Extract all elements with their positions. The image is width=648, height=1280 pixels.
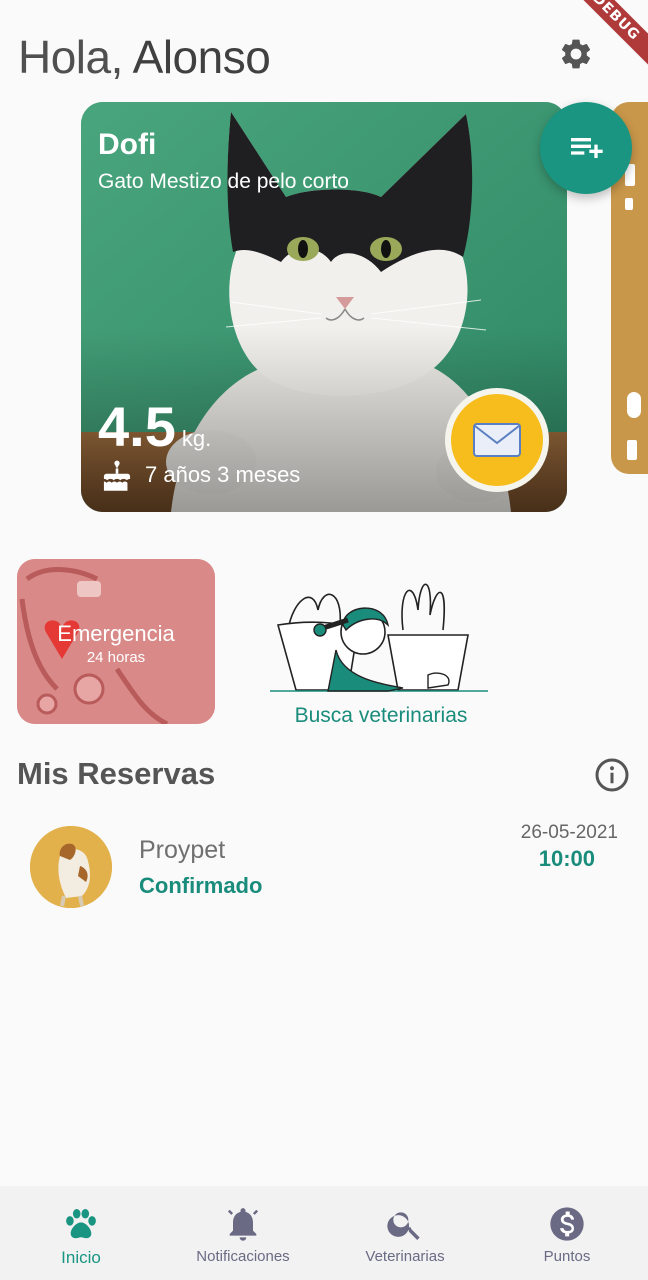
clinic-avatar [30, 826, 112, 908]
reservation-time: 10:00 [538, 846, 595, 871]
nav-item-inicio[interactable]: Inicio [0, 1186, 162, 1280]
cake-icon [103, 460, 131, 491]
pet-age: 7 años 3 meses [101, 458, 300, 492]
reservation-date: 26-05-2021 [520, 822, 618, 843]
info-icon [595, 758, 629, 792]
user-name: Alonso [132, 31, 271, 83]
pet-breed: Gato Mestizo de pelo corto [98, 170, 349, 193]
emergency-card[interactable]: Emergencia 24 horas [17, 559, 215, 724]
reservation-item[interactable]: Proypet Confirmado 26-05-2021 10:00 [17, 818, 631, 918]
envelope-icon [473, 423, 521, 457]
nav-label: Inicio [61, 1248, 101, 1267]
pet-name: Dofi [98, 128, 157, 161]
message-button-inner [451, 394, 543, 486]
next-card-text-fragment [627, 392, 641, 418]
dollar-icon [550, 1207, 584, 1241]
nav-label: Puntos [543, 1248, 591, 1265]
pet-weight-unit: kg. [181, 426, 212, 451]
message-button[interactable] [445, 388, 549, 492]
search-icon [387, 1212, 420, 1240]
emergency-title: Emergencia [57, 621, 175, 646]
settings-button[interactable] [556, 34, 596, 74]
reservation-status: Confirmado [139, 873, 263, 898]
emergency-subtitle: 24 horas [86, 649, 146, 666]
reservations-title: Mis Reservas [17, 756, 216, 791]
vet-illustration [270, 583, 488, 692]
add-pet-button[interactable] [540, 102, 632, 194]
app-root: DEBUG Hola, Alonso Dofi Gato Mestizo de … [0, 0, 648, 1280]
find-vets-card[interactable]: Busca veterinarias [268, 570, 494, 740]
find-vets-label: Busca veterinarias [294, 704, 468, 727]
paw-icon [66, 1208, 96, 1239]
gear-icon [561, 39, 591, 69]
reservations-info-button[interactable] [594, 757, 630, 793]
nav-label: Veterinarias [365, 1248, 445, 1265]
nav-item-notificaciones[interactable]: Notificaciones [162, 1186, 324, 1280]
pet-card[interactable]: Dofi Gato Mestizo de pelo corto 4.5 kg. 7… [81, 102, 567, 512]
next-card-text-fragment [627, 440, 637, 460]
nav-label: Notificaciones [196, 1248, 290, 1265]
greeting-prefix: Hola, [18, 31, 123, 83]
greeting: Hola, Alonso [18, 30, 271, 84]
bottom-navigation: Inicio Notificaciones Veterinarias Punto… [0, 1186, 648, 1280]
clinic-name: Proypet [139, 836, 226, 864]
playlist-add-icon [571, 138, 603, 158]
pet-weight-value: 4.5 [98, 395, 176, 458]
dog-photo [30, 826, 112, 908]
bell-icon [227, 1208, 259, 1241]
pet-weight: 4.5 kg. [98, 394, 211, 459]
next-card-text-fragment [625, 198, 633, 210]
pet-age-text: 7 años 3 meses [145, 462, 301, 487]
nav-item-puntos[interactable]: Puntos [486, 1186, 648, 1280]
nav-item-veterinarias[interactable]: Veterinarias [324, 1186, 486, 1280]
